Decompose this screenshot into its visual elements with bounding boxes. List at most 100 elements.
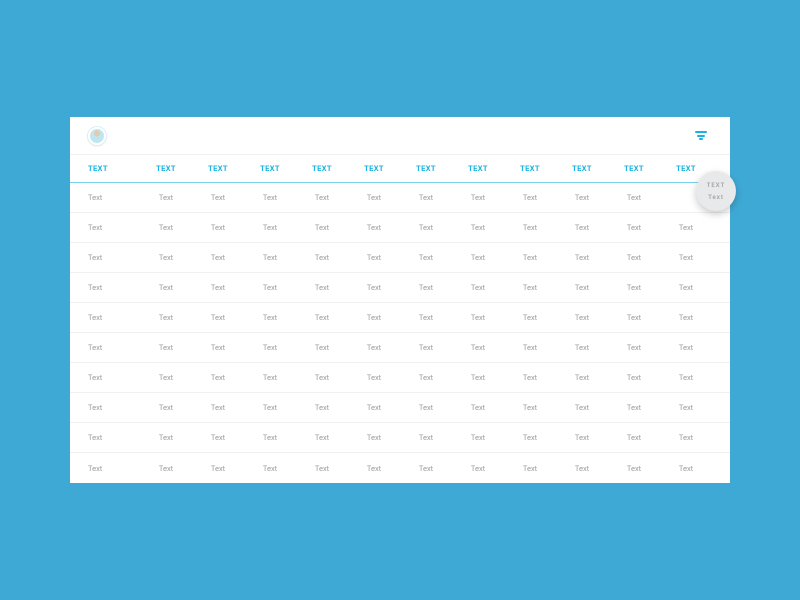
table-cell: Text [244,253,296,262]
table-cell: Text [556,464,608,473]
table-cell: Text [504,283,556,292]
table-row: TextTextTextTextTextTextTextTextTextText… [70,273,730,303]
table-header-cell[interactable]: TEXT [88,164,140,173]
table-cell: Text [348,403,400,412]
table-cell: Text [452,433,504,442]
table-cell: Text [504,313,556,322]
table-cell: Text [504,433,556,442]
table-header-cell[interactable]: TEXT [244,164,296,173]
table-cell: Text [556,403,608,412]
card: TEXTTEXTTEXTTEXTTEXTTEXTTEXTTEXTTEXTTEXT… [70,117,730,483]
table-cell: Text [504,253,556,262]
table-cell: Text [400,373,452,382]
table-header-cell[interactable]: TEXT [660,164,712,173]
table-cell: Text [556,223,608,232]
table-cell: Text [244,283,296,292]
table-cell: Text [556,193,608,202]
table-row: TextTextTextTextTextTextTextTextTextText… [70,333,730,363]
table-header-cell[interactable]: TEXT [348,164,400,173]
table-cell: Text [296,373,348,382]
table-cell: Text [88,343,140,352]
table-cell: Text [296,313,348,322]
table-cell: Text [556,313,608,322]
table-cell: Text [608,313,660,322]
table-row: TextTextTextTextTextTextTextTextTextText… [70,363,730,393]
table-cell: Text [556,433,608,442]
table-header-cell[interactable]: TEXT [400,164,452,173]
table-header-cell[interactable]: TEXT [556,164,608,173]
table-cell: Text [140,343,192,352]
table-row: TextTextTextTextTextTextTextTextTextText… [70,453,730,483]
fab-label-1: TEXT [707,182,726,189]
table-cell: Text [192,464,244,473]
table-cell: Text [608,193,660,202]
table-cell: Text [660,313,712,322]
table-cell: Text [140,464,192,473]
table-cell: Text [608,373,660,382]
topbar [70,117,730,155]
table-cell: Text [504,464,556,473]
table-header-cell[interactable]: TEXT [192,164,244,173]
table-cell: Text [660,253,712,262]
table-cell: Text [88,223,140,232]
table-cell: Text [660,223,712,232]
table-cell: Text [192,433,244,442]
table-header-cell[interactable]: TEXT [504,164,556,173]
table-cell: Text [348,193,400,202]
table-row: TextTextTextTextTextTextTextTextTextText… [70,183,730,213]
table-cell: Text [556,343,608,352]
table-header-cell[interactable]: TEXT [452,164,504,173]
table-cell: Text [192,373,244,382]
table-cell: Text [660,373,712,382]
table-cell: Text [140,313,192,322]
table-cell: Text [608,223,660,232]
table-cell: Text [140,433,192,442]
filter-icon[interactable] [694,129,708,143]
table-header-cell[interactable]: TEXT [140,164,192,173]
table-cell: Text [140,283,192,292]
table-cell: Text [192,253,244,262]
table-header-cell[interactable]: TEXT [608,164,660,173]
table-cell: Text [400,253,452,262]
table-cell: Text [452,313,504,322]
table-cell: Text [400,403,452,412]
table-cell: Text [400,313,452,322]
table-cell: Text [296,193,348,202]
data-table: TEXTTEXTTEXTTEXTTEXTTEXTTEXTTEXTTEXTTEXT… [70,155,730,483]
table-cell: Text [88,283,140,292]
table-cell: Text [244,464,296,473]
table-cell: Text [452,403,504,412]
table-cell: Text [88,433,140,442]
table-cell: Text [88,193,140,202]
table-cell: Text [660,343,712,352]
table-cell: Text [504,223,556,232]
table-cell: Text [244,193,296,202]
table-cell: Text [556,283,608,292]
table-cell: Text [88,403,140,412]
table-cell: Text [452,373,504,382]
table-row: TextTextTextTextTextTextTextTextTextText… [70,393,730,423]
table-cell: Text [296,343,348,352]
table-cell: Text [192,403,244,412]
table-cell: Text [244,403,296,412]
table-header-cell[interactable]: TEXT [296,164,348,173]
table-row: TextTextTextTextTextTextTextTextTextText… [70,243,730,273]
table-cell: Text [400,193,452,202]
table-cell: Text [140,193,192,202]
fab-button[interactable]: TEXT Text [696,171,736,211]
table-cell: Text [608,464,660,473]
table-cell: Text [452,223,504,232]
table-row: TextTextTextTextTextTextTextTextTextText… [70,423,730,453]
table-cell: Text [660,403,712,412]
table-cell: Text [88,313,140,322]
table-cell: Text [192,283,244,292]
table-cell: Text [88,464,140,473]
table-cell: Text [296,433,348,442]
table-cell: Text [88,373,140,382]
table-cell: Text [296,253,348,262]
table-row: TextTextTextTextTextTextTextTextTextText… [70,303,730,333]
table-cell: Text [556,253,608,262]
table-cell: Text [400,433,452,442]
avatar[interactable] [88,127,106,145]
table-cell: Text [88,253,140,262]
